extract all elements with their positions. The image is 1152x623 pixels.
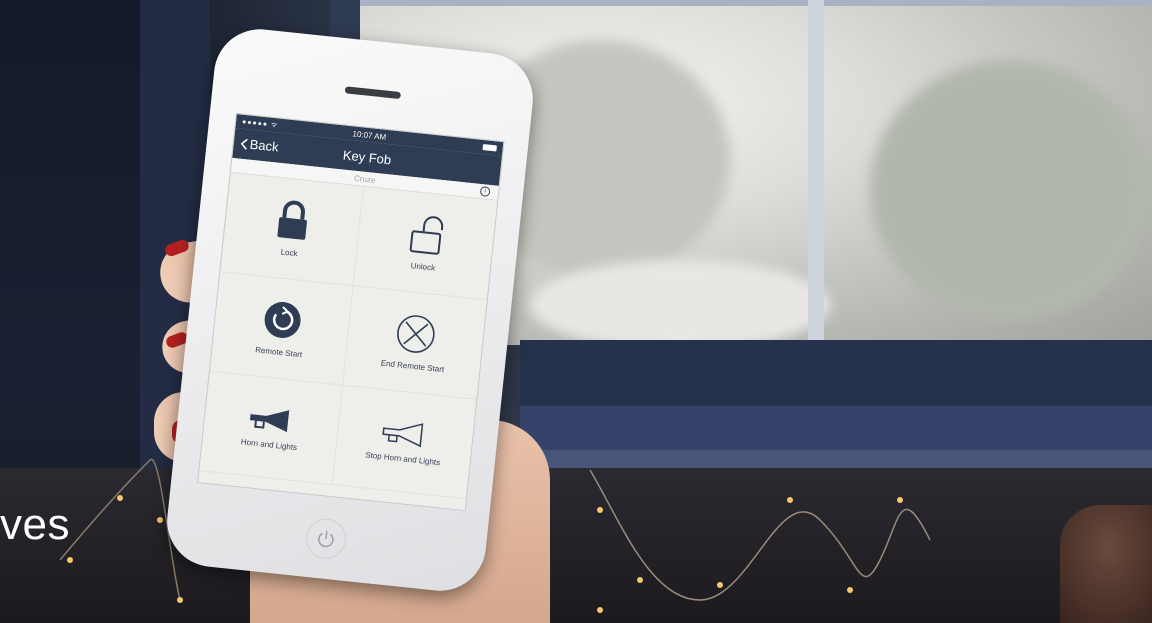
action-label: Unlock — [410, 261, 436, 273]
home-button[interactable] — [303, 516, 348, 561]
lock-button[interactable]: Lock — [220, 172, 364, 287]
status-time: 10:07 AM — [352, 128, 387, 142]
smartphone: ●●●●● ᯤ 10:07 AM Back Key Fob Cruze i Lo… — [162, 24, 538, 596]
horn-outline-icon — [382, 423, 424, 448]
signal-indicator: ●●●●● ᯤ — [241, 118, 279, 129]
chevron-left-icon — [240, 138, 248, 150]
action-grid: Lock Unlock Remote Start End Remote Star… — [199, 172, 498, 500]
caption-text: ves — [0, 500, 70, 549]
info-icon[interactable]: i — [479, 185, 491, 197]
stop-horn-and-lights-button[interactable]: Stop Horn and Lights — [332, 385, 477, 500]
horn-icon — [249, 410, 289, 433]
action-label: End Remote Start — [380, 358, 445, 375]
back-label: Back — [249, 136, 280, 155]
end-remote-start-icon — [397, 315, 435, 353]
action-label: Lock — [280, 247, 299, 259]
end-remote-start-button[interactable]: End Remote Start — [343, 286, 487, 400]
battery-icon — [482, 144, 498, 152]
screen-title: Key Fob — [342, 146, 392, 167]
unlock-button[interactable]: Unlock — [353, 186, 498, 301]
lock-closed-icon — [276, 200, 307, 240]
vehicle-name: Cruze — [353, 173, 376, 185]
remote-start-icon — [264, 301, 301, 338]
horn-and-lights-button[interactable]: Horn and Lights — [199, 371, 344, 486]
remote-start-button[interactable]: Remote Start — [209, 272, 354, 386]
photo-scene: ves ●●●●● ᯤ 10:07 AM Back Key Fob Cruze … — [0, 0, 1152, 623]
power-icon — [318, 530, 334, 548]
lock-open-icon — [409, 216, 444, 255]
action-label: Remote Start — [254, 345, 303, 360]
phone-speaker — [344, 86, 402, 100]
action-label: Horn and Lights — [240, 437, 298, 453]
phone-screen: ●●●●● ᯤ 10:07 AM Back Key Fob Cruze i Lo… — [197, 113, 505, 512]
action-label: Stop Horn and Lights — [364, 450, 441, 468]
back-button[interactable]: Back — [239, 136, 279, 155]
